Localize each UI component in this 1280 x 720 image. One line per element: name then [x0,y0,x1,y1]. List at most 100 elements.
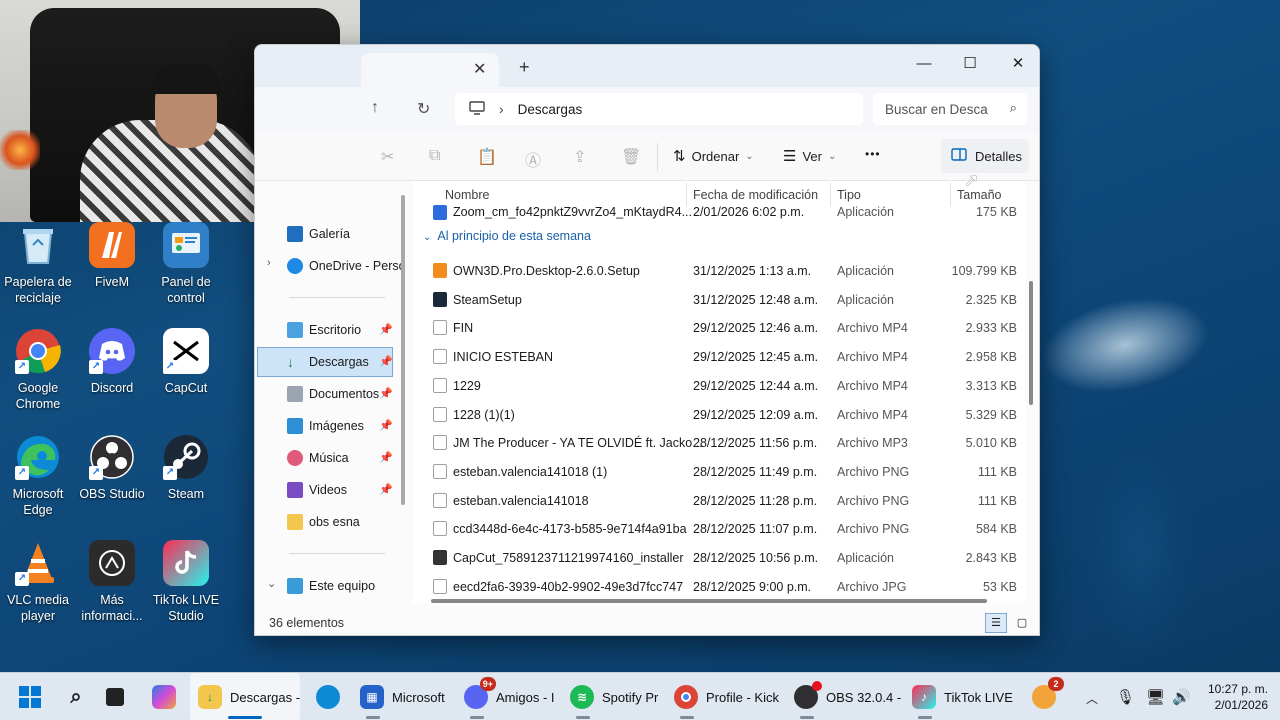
table-row[interactable]: OWN3D.Pro.Desktop-2.6.0.Setup 31/12/2025 … [413,257,1025,286]
tiles-view-icon[interactable]: ▢ [1011,613,1033,633]
rename-icon[interactable]: Ⓐ [525,147,541,171]
nav-item-musica[interactable]: Música [287,447,349,469]
obs-icon: ↗ [89,434,135,480]
shortcut-arrow-icon: ↗ [15,466,29,480]
pin-icon: 📌 [379,388,393,400]
chevron-up-icon[interactable]: ︿ [1086,690,1098,707]
desktop-icon-fivem[interactable]: FiveM [74,222,150,290]
start-button[interactable] [18,673,42,720]
desktop-icon-label: FiveM [94,275,130,289]
nav-item-documentos[interactable]: Documentos [287,383,379,405]
taskbar-item-label: TikTok LIVE S [944,689,1016,705]
file-type: Archivo MP4 [837,378,908,393]
taskbar-item-discord[interactable]: 9+ Amigos - I [464,673,556,720]
table-row[interactable]: FIN 29/12/2025 12:46 a.m. Archivo MP4 2.933… [413,314,1025,343]
table-row[interactable]: esteban.valencia141018 (1) 28/12/2025 11:… [413,458,1025,487]
nav-scrollbar[interactable] [401,195,405,505]
taskbar-item-explorer[interactable]: ↓ Descargas - [190,673,300,720]
volume-icon[interactable]: 🔊 [1172,688,1191,706]
nav-item-galeria[interactable]: Galería [287,223,350,245]
table-row[interactable]: CapCut_7589123711219974160_installer 28/1… [413,544,1025,573]
table-row[interactable]: INICIO ESTEBAN 29/12/2025 12:45 a.m. Archi… [413,343,1025,372]
taskbar-item-label: OBS 32.0.4 - [826,689,902,705]
taskbar-item-tiktok-live[interactable]: ♪ TikTok LIVE S [912,673,1016,720]
search-input[interactable]: Buscar en Desca ⌕ [873,93,1027,125]
file-size: 109.799 KB [951,264,1017,278]
nav-item-onedrive[interactable]: OneDrive - Perso [287,255,406,277]
item-count: 36 elementos [269,616,345,630]
command-bar: ✂ ⧉ 📋 Ⓐ ⇪ 🗑 ⇅ Ordenar ⌄ ☰ Ver ⌄ ••• Deta… [255,133,1039,181]
view-button[interactable]: ☰ Ver ⌄ [783,147,836,165]
chevron-right-icon: › [499,101,504,117]
taskbar-item-weather[interactable]: 2 [1032,673,1064,720]
table-row[interactable]: Zoom_cm_fo42pnktZ9vvrZo4_mKtaydR4... 2/0… [413,203,1025,221]
m365-button[interactable] [152,673,176,720]
details-pane-button[interactable]: Detalles [941,139,1029,173]
chevron-down-icon[interactable]: ⌄ [267,577,276,590]
share-icon[interactable]: ⇪ [573,147,586,167]
desktop-icon-recycle-bin[interactable]: Papelera de reciclaje [0,222,76,306]
table-row[interactable]: 1229 29/12/2025 12:44 a.m. Archivo MP4 3.31… [413,372,1025,401]
tab-close-icon[interactable]: ✕ [473,59,486,79]
desktop-icon-vlc[interactable]: ↗ VLC media player [0,540,76,624]
taskbar-item-spotify[interactable]: ≋ Spotify Pr [570,673,662,720]
maximize-button[interactable]: ☐ [947,49,993,79]
desktop-icon-control-panel[interactable]: Panel de control [148,222,224,306]
vertical-scrollbar[interactable] [1029,281,1033,405]
desktop-icon-label: Microsoft Edge [12,487,64,517]
close-button[interactable]: ✕ [995,49,1039,79]
table-row[interactable]: eecd2fa6-3939-40b2-9902-49e3d7fcc747 28/1… [413,573,1025,602]
nav-item-videos[interactable]: Videos [287,479,347,501]
taskbar-item-obs[interactable]: OBS 32.0.4 - [794,673,902,720]
file-icon [433,435,447,451]
desktop-icon-tiktok-live[interactable]: TikTok LIVE Studio [148,540,224,624]
desktop-icon-discord[interactable]: ↗ Discord [74,328,150,396]
nav-item-obs-esna[interactable]: obs esna [287,511,360,533]
nav-item-descargas[interactable]: ↓ Descargas [287,351,369,373]
address-folder[interactable]: Descargas [518,102,583,117]
nav-item-este-equipo[interactable]: Este equipo [287,575,375,597]
details-view-icon[interactable]: ☰ [985,613,1007,633]
group-header[interactable]: ⌄ Al principio de esta semana [423,229,591,243]
taskbar-item-edge[interactable] [316,673,340,720]
table-row[interactable]: 1228 (1)(1) 29/12/2025 12:09 a.m. Archivo … [413,401,1025,430]
taskbar-item-microsoft-store[interactable]: ▦ Microsoft [360,673,452,720]
network-icon[interactable]: 🖥 [1146,688,1165,706]
task-view-button[interactable] [106,673,124,720]
cut-icon[interactable]: ✂ [381,147,394,167]
table-row[interactable]: ccd3448d-6e4c-4173-b585-9e714f4a91ba 28/1… [413,515,1025,544]
table-row[interactable]: esteban.valencia141018 28/12/2025 11:28 p… [413,487,1025,516]
desktop-icon-capcut[interactable]: ↗ CapCut [148,328,224,396]
file-type: Archivo MP4 [837,350,908,365]
table-row[interactable]: JM The Producer - YA TE OLVIDÉ ft. Jacko… [413,429,1025,458]
up-arrow-icon[interactable]: ↑ [371,99,379,117]
system-clock[interactable]: 10:27 p. m. 2/01/2026 [1196,681,1268,713]
desktop-icon-chrome[interactable]: ↗ Google Chrome [0,328,76,412]
desktop-icon-edge[interactable]: ↗ Microsoft Edge [0,434,76,518]
refresh-icon[interactable]: ↻ [417,99,430,119]
sort-button[interactable]: ⇅ Ordenar ⌄ [673,147,754,165]
desktop-icon-label: Papelera de reciclaje [4,275,72,305]
file-icon [433,463,447,479]
desktop-icon-more-info[interactable]: Más informaci... [74,540,150,624]
horizontal-scrollbar[interactable] [431,599,987,603]
file-name: Zoom_cm_fo42pnktZ9vvrZo4_mKtaydR4... [453,205,692,219]
copy-icon[interactable]: ⧉ [429,147,440,165]
delete-icon[interactable]: 🗑 [621,147,641,167]
address-bar[interactable]: › Descargas [455,93,863,125]
running-indicator [576,716,590,719]
minimize-button[interactable]: — [901,49,947,79]
new-tab-icon[interactable]: + [519,57,530,78]
desktop-icon-obs[interactable]: ↗ OBS Studio [74,434,150,502]
table-row[interactable]: SteamSetup 31/12/2025 12:48 a.m. Aplicació… [413,286,1025,315]
file-modified: 2/01/2026 6:02 p.m. [693,205,805,219]
more-options-button[interactable]: ••• [865,147,881,161]
taskbar-item-chrome[interactable]: Profile - Kick [674,673,782,720]
microphone-icon[interactable]: 🎙 [1116,688,1135,706]
nav-item-imagenes[interactable]: Imágenes [287,415,364,437]
nav-item-escritorio[interactable]: Escritorio [287,319,361,341]
chevron-right-icon[interactable]: › [267,257,271,269]
taskbar-search-button[interactable]: ⌕ [64,673,88,720]
paste-icon[interactable]: 📋 [477,147,497,167]
desktop-icon-steam[interactable]: ↗ Steam [148,434,224,502]
